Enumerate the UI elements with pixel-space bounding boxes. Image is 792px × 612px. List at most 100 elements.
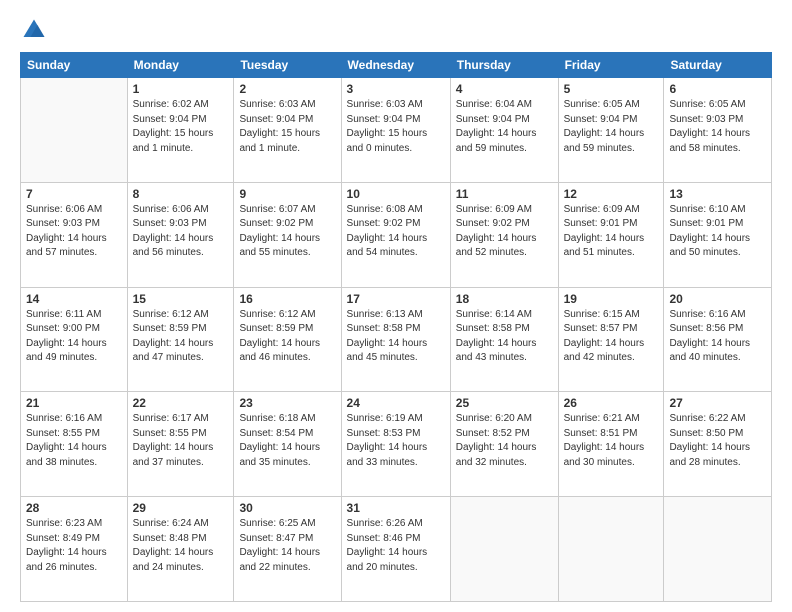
- day-number: 1: [133, 82, 229, 96]
- calendar-cell: 14 Sunrise: 6:11 AMSunset: 9:00 PMDayligh…: [21, 287, 128, 392]
- day-info: Sunrise: 6:21 AMSunset: 8:51 PMDaylight:…: [564, 412, 659, 470]
- calendar-cell: 29 Sunrise: 6:24 AMSunset: 8:48 PMDayligh…: [127, 497, 234, 602]
- calendar-week-0: 1 Sunrise: 6:02 AMSunset: 9:04 PMDaylight…: [21, 78, 772, 183]
- calendar-cell: 22 Sunrise: 6:17 AMSunset: 8:55 PMDayligh…: [127, 392, 234, 497]
- day-number: 2: [239, 82, 335, 96]
- calendar-cell: 26Sunrise: 6:21 AMSunset: 8:51 PMDayligh…: [558, 392, 664, 497]
- day-info: Sunrise: 6:25 AMSunset: 8:47 PMDaylight:…: [239, 517, 335, 575]
- day-number: 3: [347, 82, 445, 96]
- calendar-cell: 12 Sunrise: 6:09 AMSunset: 9:01 PMDayligh…: [558, 182, 664, 287]
- calendar-header-wednesday: Wednesday: [341, 53, 450, 78]
- day-number: 27: [669, 396, 766, 410]
- calendar-cell: 3Sunrise: 6:03 AMSunset: 9:04 PMDaylight…: [341, 78, 450, 183]
- day-info: Sunrise: 6:16 AMSunset: 8:55 PMDaylight:…: [26, 412, 122, 470]
- day-info: Sunrise: 6:07 AMSunset: 9:02 PMDaylight:…: [239, 203, 335, 261]
- calendar-header-thursday: Thursday: [450, 53, 558, 78]
- calendar-cell: 30 Sunrise: 6:25 AMSunset: 8:47 PMDayligh…: [234, 497, 341, 602]
- day-info: Sunrise: 6:22 AMSunset: 8:50 PMDaylight:…: [669, 412, 766, 470]
- calendar-cell: 23 Sunrise: 6:18 AMSunset: 8:54 PMDayligh…: [234, 392, 341, 497]
- day-number: 6: [669, 82, 766, 96]
- day-number: 23: [239, 396, 335, 410]
- calendar-cell: 31 Sunrise: 6:26 AMSunset: 8:46 PMDayligh…: [341, 497, 450, 602]
- day-number: 19: [564, 292, 659, 306]
- day-info: Sunrise: 6:17 AMSunset: 8:55 PMDaylight:…: [133, 412, 229, 470]
- calendar-cell: 17 Sunrise: 6:13 AMSunset: 8:58 PMDayligh…: [341, 287, 450, 392]
- calendar-week-3: 21 Sunrise: 6:16 AMSunset: 8:55 PMDayligh…: [21, 392, 772, 497]
- day-number: 30: [239, 501, 335, 515]
- day-number: 11: [456, 187, 553, 201]
- day-info: Sunrise: 6:10 AMSunset: 9:01 PMDaylight:…: [669, 203, 766, 261]
- day-info: Sunrise: 6:08 AMSunset: 9:02 PMDaylight:…: [347, 203, 445, 261]
- day-info: Sunrise: 6:15 AMSunset: 8:57 PMDaylight:…: [564, 308, 659, 366]
- calendar-cell: 21 Sunrise: 6:16 AMSunset: 8:55 PMDayligh…: [21, 392, 128, 497]
- calendar-cell: 4 Sunrise: 6:04 AMSunset: 9:04 PMDaylight…: [450, 78, 558, 183]
- day-info: Sunrise: 6:09 AMSunset: 9:01 PMDaylight:…: [564, 203, 659, 261]
- day-info: Sunrise: 6:12 AMSunset: 8:59 PMDaylight:…: [239, 308, 335, 366]
- calendar-cell: 10Sunrise: 6:08 AMSunset: 9:02 PMDayligh…: [341, 182, 450, 287]
- day-number: 22: [133, 396, 229, 410]
- day-number: 15: [133, 292, 229, 306]
- calendar-cell: 20 Sunrise: 6:16 AMSunset: 8:56 PMDayligh…: [664, 287, 772, 392]
- day-number: 29: [133, 501, 229, 515]
- calendar-week-4: 28Sunrise: 6:23 AMSunset: 8:49 PMDayligh…: [21, 497, 772, 602]
- calendar-cell: [558, 497, 664, 602]
- day-number: 4: [456, 82, 553, 96]
- day-number: 24: [347, 396, 445, 410]
- calendar-cell: 2 Sunrise: 6:03 AMSunset: 9:04 PMDaylight…: [234, 78, 341, 183]
- day-info: Sunrise: 6:12 AMSunset: 8:59 PMDaylight:…: [133, 308, 229, 366]
- day-info: Sunrise: 6:11 AMSunset: 9:00 PMDaylight:…: [26, 308, 122, 366]
- day-number: 25: [456, 396, 553, 410]
- day-number: 28: [26, 501, 122, 515]
- calendar-week-2: 14 Sunrise: 6:11 AMSunset: 9:00 PMDayligh…: [21, 287, 772, 392]
- calendar-cell: 24Sunrise: 6:19 AMSunset: 8:53 PMDayligh…: [341, 392, 450, 497]
- day-info: Sunrise: 6:24 AMSunset: 8:48 PMDaylight:…: [133, 517, 229, 575]
- header: [20, 16, 772, 44]
- day-number: 31: [347, 501, 445, 515]
- day-number: 8: [133, 187, 229, 201]
- calendar-cell: 19 Sunrise: 6:15 AMSunset: 8:57 PMDayligh…: [558, 287, 664, 392]
- calendar-header-saturday: Saturday: [664, 53, 772, 78]
- calendar-cell: 9 Sunrise: 6:07 AMSunset: 9:02 PMDaylight…: [234, 182, 341, 287]
- day-number: 20: [669, 292, 766, 306]
- day-info: Sunrise: 6:26 AMSunset: 8:46 PMDaylight:…: [347, 517, 445, 575]
- calendar-cell: 8 Sunrise: 6:06 AMSunset: 9:03 PMDaylight…: [127, 182, 234, 287]
- calendar-cell: 18Sunrise: 6:14 AMSunset: 8:58 PMDayligh…: [450, 287, 558, 392]
- day-info: Sunrise: 6:09 AMSunset: 9:02 PMDaylight:…: [456, 203, 553, 261]
- day-info: Sunrise: 6:06 AMSunset: 9:03 PMDaylight:…: [26, 203, 122, 261]
- day-info: Sunrise: 6:05 AMSunset: 9:03 PMDaylight:…: [669, 98, 766, 156]
- day-number: 9: [239, 187, 335, 201]
- calendar-cell: 25 Sunrise: 6:20 AMSunset: 8:52 PMDayligh…: [450, 392, 558, 497]
- day-number: 21: [26, 396, 122, 410]
- day-info: Sunrise: 6:16 AMSunset: 8:56 PMDaylight:…: [669, 308, 766, 366]
- calendar-cell: 28Sunrise: 6:23 AMSunset: 8:49 PMDayligh…: [21, 497, 128, 602]
- calendar-week-1: 7 Sunrise: 6:06 AMSunset: 9:03 PMDaylight…: [21, 182, 772, 287]
- day-number: 7: [26, 187, 122, 201]
- day-info: Sunrise: 6:20 AMSunset: 8:52 PMDaylight:…: [456, 412, 553, 470]
- calendar-cell: [450, 497, 558, 602]
- calendar-header-row: SundayMondayTuesdayWednesdayThursdayFrid…: [21, 53, 772, 78]
- day-info: Sunrise: 6:06 AMSunset: 9:03 PMDaylight:…: [133, 203, 229, 261]
- calendar-header-tuesday: Tuesday: [234, 53, 341, 78]
- day-number: 12: [564, 187, 659, 201]
- calendar-cell: [664, 497, 772, 602]
- calendar-cell: 7 Sunrise: 6:06 AMSunset: 9:03 PMDaylight…: [21, 182, 128, 287]
- page: SundayMondayTuesdayWednesdayThursdayFrid…: [0, 0, 792, 612]
- calendar-cell: 6 Sunrise: 6:05 AMSunset: 9:03 PMDaylight…: [664, 78, 772, 183]
- calendar-cell: 13Sunrise: 6:10 AMSunset: 9:01 PMDayligh…: [664, 182, 772, 287]
- day-info: Sunrise: 6:18 AMSunset: 8:54 PMDaylight:…: [239, 412, 335, 470]
- day-info: Sunrise: 6:13 AMSunset: 8:58 PMDaylight:…: [347, 308, 445, 366]
- calendar-cell: 16Sunrise: 6:12 AMSunset: 8:59 PMDayligh…: [234, 287, 341, 392]
- calendar-cell: 27 Sunrise: 6:22 AMSunset: 8:50 PMDayligh…: [664, 392, 772, 497]
- calendar-cell: 5Sunrise: 6:05 AMSunset: 9:04 PMDaylight…: [558, 78, 664, 183]
- calendar-header-sunday: Sunday: [21, 53, 128, 78]
- day-number: 17: [347, 292, 445, 306]
- day-info: Sunrise: 6:02 AMSunset: 9:04 PMDaylight:…: [133, 98, 229, 156]
- day-info: Sunrise: 6:05 AMSunset: 9:04 PMDaylight:…: [564, 98, 659, 156]
- calendar-header-monday: Monday: [127, 53, 234, 78]
- logo: [20, 16, 52, 44]
- day-number: 18: [456, 292, 553, 306]
- day-info: Sunrise: 6:04 AMSunset: 9:04 PMDaylight:…: [456, 98, 553, 156]
- day-info: Sunrise: 6:03 AMSunset: 9:04 PMDaylight:…: [239, 98, 335, 156]
- calendar-cell: 11 Sunrise: 6:09 AMSunset: 9:02 PMDayligh…: [450, 182, 558, 287]
- day-number: 14: [26, 292, 122, 306]
